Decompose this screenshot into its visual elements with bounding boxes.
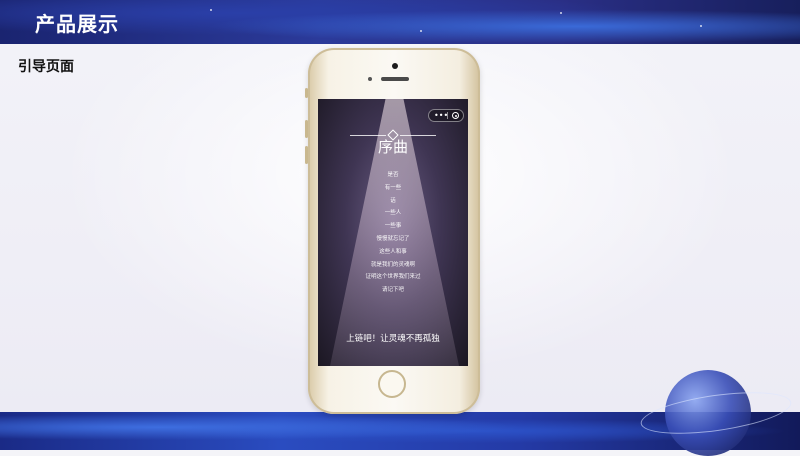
earpiece-speaker	[381, 77, 409, 81]
poem-line: 是否	[387, 172, 399, 178]
mute-switch	[305, 88, 308, 98]
volume-up-button	[305, 120, 308, 138]
poem-line: 就是我们的灵魂啊	[370, 261, 415, 268]
poem-line: 有一些	[384, 184, 402, 191]
poem-line: 一些事	[384, 223, 402, 230]
front-camera	[392, 63, 398, 69]
prelude-title: 序曲	[377, 138, 408, 156]
poem-line: 一些人	[384, 210, 402, 217]
poem-text: 是否 有一些 话 一些人 一些事 慢慢就忘记了 这些人和事 就是我们的灵魂啊 证…	[318, 169, 468, 297]
poem-line: 话	[390, 197, 396, 204]
poem-line: 慢慢就忘记了	[376, 235, 410, 242]
phone-screen: ••• 序曲 是否 有一些 话 一些人 一些事 慢慢就忘记了 这些人和事 就是我…	[318, 99, 468, 366]
page-title: 产品展示	[35, 12, 119, 36]
home-button-icon[interactable]	[378, 370, 406, 398]
poem-line: 这些人和事	[379, 248, 407, 255]
proximity-sensor	[368, 77, 372, 81]
section-label: 引导页面	[18, 59, 74, 75]
capsule-divider	[447, 112, 448, 119]
volume-down-button	[305, 146, 308, 164]
phone-mockup: ••• 序曲 是否 有一些 话 一些人 一些事 慢慢就忘记了 这些人和事 就是我…	[305, 48, 480, 414]
poem-line: 请记下吧	[381, 287, 404, 294]
header-bar: 产品展示	[0, 0, 800, 44]
chain-slogan-button[interactable]: 上链吧！让灵魂不再孤独	[318, 332, 468, 344]
poem-line: 证明这个世界我们来过	[365, 274, 421, 281]
close-capsule-icon[interactable]	[452, 112, 459, 119]
miniprogram-capsule[interactable]: •••	[428, 109, 464, 122]
